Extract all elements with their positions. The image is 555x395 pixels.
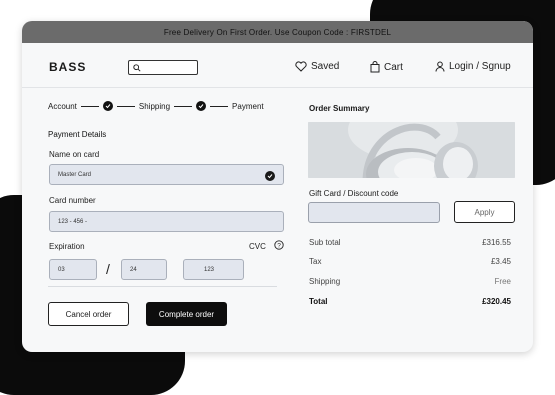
step-divider — [116, 105, 135, 107]
expiration-month-value: 03 — [58, 266, 65, 273]
expiration-month-field[interactable]: 03 — [49, 259, 97, 280]
user-icon — [435, 61, 445, 72]
promo-text: Free Delivery On First Order. Use Coupon… — [163, 27, 392, 37]
bag-icon — [370, 61, 380, 73]
cancel-order-button[interactable]: Cancel order — [48, 302, 129, 326]
step-divider — [174, 105, 193, 107]
heart-icon — [295, 61, 307, 72]
name-on-card-label: Name on card — [49, 150, 100, 159]
cart-label: Cart — [384, 61, 403, 73]
shipping-row: Shipping Free — [309, 277, 511, 286]
checkout-steps: Account Shipping Payment — [48, 101, 264, 111]
product-image — [308, 122, 515, 178]
subtotal-row: Sub total £316.55 — [309, 238, 511, 247]
check-icon — [196, 101, 207, 111]
shipping-value: Free — [494, 277, 511, 286]
search-box[interactable] — [128, 60, 198, 75]
subtotal-label: Sub total — [309, 238, 341, 247]
search-icon — [133, 63, 141, 72]
tax-label: Tax — [309, 257, 322, 266]
complete-order-button[interactable]: Complete order — [146, 302, 227, 326]
account-label: Login / Sgnup — [449, 61, 511, 72]
svg-text:?: ? — [277, 242, 281, 249]
step-shipping[interactable]: Shipping — [139, 102, 170, 111]
total-row: Total £320.45 — [309, 297, 511, 306]
cvc-label: CVC — [249, 242, 266, 251]
payment-details-title: Payment Details — [48, 130, 107, 139]
step-account[interactable]: Account — [48, 102, 77, 111]
form-divider — [48, 286, 277, 287]
card-number-label: Card number — [49, 196, 96, 205]
search-input[interactable] — [141, 62, 194, 73]
checkout-window: Free Delivery On First Order. Use Coupon… — [22, 21, 533, 352]
gift-card-label: Gift Card / Discount code — [309, 189, 399, 198]
cvc-value: 123 — [204, 266, 215, 273]
apply-button[interactable]: Apply — [454, 201, 515, 223]
step-divider — [210, 105, 229, 107]
shipping-label: Shipping — [309, 277, 341, 286]
subtotal-value: £316.55 — [482, 238, 511, 247]
card-number-field[interactable]: 123 - 456 - — [49, 211, 284, 232]
expiration-year-field[interactable]: 24 — [121, 259, 167, 280]
expiration-separator: / — [106, 261, 110, 277]
tax-row: Tax £3.45 — [309, 257, 511, 266]
cvc-field[interactable]: 123 — [183, 259, 244, 280]
expiration-year-value: 24 — [130, 266, 137, 273]
order-summary-title: Order Summary — [309, 104, 370, 113]
promo-banner: Free Delivery On First Order. Use Coupon… — [22, 21, 533, 43]
check-icon — [265, 171, 275, 181]
brand-logo[interactable]: BASS — [49, 60, 86, 74]
total-label: Total — [309, 297, 328, 306]
name-on-card-field[interactable]: Master Card — [49, 164, 284, 185]
saved-label: Saved — [311, 61, 340, 72]
cart-link[interactable]: Cart — [370, 61, 403, 73]
tax-value: £3.45 — [490, 257, 511, 266]
step-payment[interactable]: Payment — [232, 102, 264, 111]
check-icon — [102, 101, 113, 111]
card-number-value: 123 - 456 - — [58, 218, 88, 225]
saved-link[interactable]: Saved — [295, 61, 339, 72]
top-nav: BASS Saved Cart Login / Sgnup — [22, 43, 533, 88]
expiration-label: Expiration — [49, 242, 85, 251]
help-circle-icon[interactable]: ? — [274, 240, 284, 250]
step-divider — [80, 105, 99, 107]
login-signup-link[interactable]: Login / Sgnup — [435, 61, 511, 72]
total-value: £320.45 — [482, 297, 511, 306]
gift-card-input[interactable] — [308, 202, 440, 223]
name-on-card-value: Master Card — [58, 171, 92, 178]
